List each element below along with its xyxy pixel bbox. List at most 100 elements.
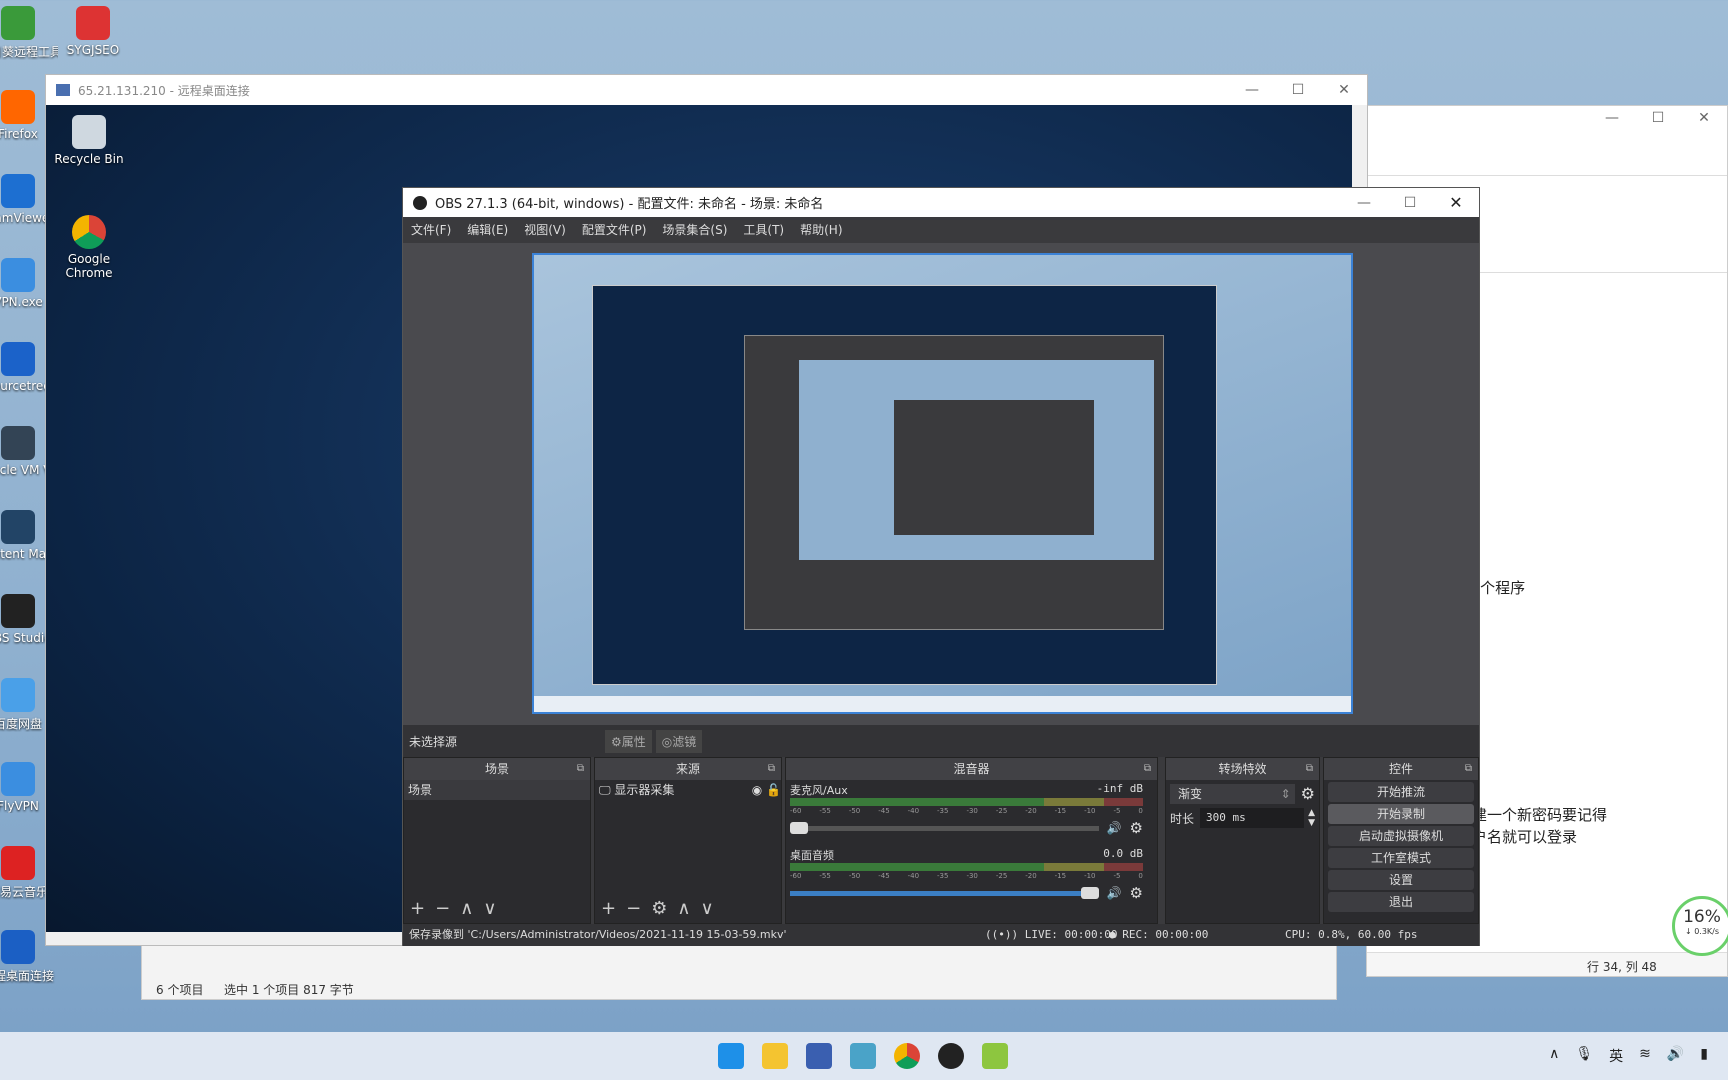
- move-down-button[interactable]: ∨: [701, 898, 714, 919]
- control-button[interactable]: 设置: [1328, 870, 1474, 890]
- remove-source-button[interactable]: −: [626, 898, 641, 919]
- file-explorer-icon[interactable]: [762, 1043, 788, 1069]
- scene-item[interactable]: 场景: [404, 780, 590, 800]
- volume-slider[interactable]: [790, 821, 1099, 834]
- app-icon: [1, 594, 35, 628]
- duration-stepper[interactable]: ▲ ▼: [1308, 808, 1315, 828]
- maximize-button[interactable]: ☐: [1275, 82, 1321, 98]
- notepadpp-icon[interactable]: [982, 1043, 1008, 1069]
- app-icon: [1, 258, 35, 292]
- move-up-button[interactable]: ∧: [460, 898, 473, 919]
- notepad-icon[interactable]: [850, 1043, 876, 1069]
- lock-icon[interactable]: 🔓: [766, 780, 781, 800]
- close-button[interactable]: ✕: [1433, 193, 1479, 212]
- start-icon[interactable]: [718, 1043, 744, 1069]
- app-icon: [76, 6, 110, 40]
- menu-item[interactable]: 编辑(E): [467, 223, 508, 237]
- status-bar: 保存录像到 'C:/Users/Administrator/Videos/202…: [403, 924, 1479, 946]
- chevron-up-icon[interactable]: ∧: [1549, 1046, 1559, 1066]
- meter-tick: -55: [819, 807, 831, 815]
- meter-tick: -25: [995, 872, 1008, 880]
- meter-tick: -40: [907, 872, 920, 880]
- menu-item[interactable]: 视图(V): [524, 223, 566, 237]
- rdp-icon: [56, 84, 70, 96]
- network-widget[interactable]: 16% ↓ 0.3K/s: [1672, 896, 1728, 956]
- preview-canvas[interactable]: [532, 253, 1353, 714]
- app-icon: [1, 426, 35, 460]
- obs-logo-icon: [413, 195, 427, 210]
- menu-item[interactable]: 工具(T): [743, 223, 784, 237]
- app-icon: [1, 846, 35, 880]
- app-icon: [1, 6, 35, 40]
- minimize-button[interactable]: —: [1229, 82, 1275, 98]
- meter-tick: -45: [878, 807, 890, 815]
- obs-icon[interactable]: [938, 1043, 964, 1069]
- taskbar: ∧ 🎙 英 ≋ 🔊 ▮: [0, 1032, 1728, 1080]
- rec-status: ● REC: 00:00:00: [1109, 928, 1209, 941]
- rdp-title: 65.21.131.210 - 远程桌面连接: [78, 83, 250, 98]
- maximize-button[interactable]: ☐: [1387, 195, 1433, 211]
- source-settings-button[interactable]: ⚙: [651, 898, 667, 919]
- meter-tick: -35: [937, 872, 949, 880]
- transition-select[interactable]: 渐变 ⇕: [1170, 784, 1295, 804]
- close-button[interactable]: ✕: [1321, 82, 1367, 98]
- chrome-icon[interactable]: Google Chrome: [49, 215, 129, 280]
- meter-tick: -10: [1084, 807, 1096, 815]
- speaker-icon[interactable]: 🔊: [1107, 821, 1122, 835]
- control-button[interactable]: 开始推流: [1328, 782, 1474, 802]
- duration-input[interactable]: 300 ms: [1200, 808, 1305, 828]
- control-button[interactable]: 启动虚拟摄像机: [1328, 826, 1474, 846]
- obs-window[interactable]: OBS 27.1.3 (64-bit, windows) - 配置文件: 未命名…: [402, 187, 1480, 946]
- recycle-bin-icon[interactable]: Recycle Bin: [49, 115, 129, 166]
- mixer-channel: 麦克风/Aux -inf dB -60 -55 -50 -45 -40 -35 -30 -25 -2…: [790, 782, 1143, 837]
- meter-tick: -10: [1084, 872, 1096, 880]
- eye-icon[interactable]: ◉: [752, 780, 762, 800]
- cpu-status: CPU: 0.8%, 60.00 fps: [1285, 928, 1418, 941]
- meter-tick: -5: [1113, 807, 1121, 815]
- meter-tick: -25: [995, 807, 1008, 815]
- explorer-window[interactable]: 6 个项目 选中 1 个项目 817 字节: [141, 940, 1337, 1000]
- control-button[interactable]: 工作室模式: [1328, 848, 1474, 868]
- gear-icon[interactable]: ⚙: [1130, 884, 1143, 902]
- app-icon: [1, 930, 35, 964]
- menu-item[interactable]: 帮助(H): [800, 223, 842, 237]
- volume-icon[interactable]: 🔊: [1667, 1046, 1684, 1066]
- control-button[interactable]: 退出: [1328, 892, 1474, 912]
- control-button[interactable]: 开始录制: [1328, 804, 1474, 824]
- meter-tick: -55: [819, 872, 831, 880]
- speaker-icon[interactable]: 🔊: [1107, 886, 1122, 900]
- remove-scene-button[interactable]: −: [435, 898, 450, 919]
- battery-icon[interactable]: ▮: [1700, 1046, 1708, 1066]
- source-item[interactable]: 🖵 显示器采集 ◉ 🔓: [595, 780, 781, 800]
- item-count: 6 个项目: [156, 983, 204, 997]
- app-icon: [1, 90, 35, 124]
- move-down-button[interactable]: ∨: [483, 898, 496, 919]
- desktop-icon[interactable]: 向日葵远程工具: [0, 6, 58, 60]
- gear-icon[interactable]: ⚙: [1130, 819, 1143, 837]
- menu-item[interactable]: 场景集合(S): [662, 223, 727, 237]
- desktop-icon[interactable]: SYGJSEO: [53, 6, 133, 57]
- monitor-icon: 🖵: [599, 783, 611, 797]
- meter-tick: -60: [790, 872, 802, 880]
- meter-tick: -30: [966, 872, 978, 880]
- add-scene-button[interactable]: +: [410, 898, 425, 919]
- menu-item[interactable]: 文件(F): [411, 223, 451, 237]
- volume-slider[interactable]: [790, 886, 1099, 899]
- preview-area[interactable]: [403, 243, 1479, 725]
- microphone-icon[interactable]: 🎙: [1575, 1046, 1593, 1066]
- move-up-button[interactable]: ∧: [677, 898, 690, 919]
- cursor-position: 行 34, 列 48: [1587, 960, 1657, 974]
- app-icon: [1, 342, 35, 376]
- filters-button[interactable]: ◎滤镜: [655, 729, 703, 753]
- app-icon: [1, 174, 35, 208]
- properties-button[interactable]: ⚙属性: [605, 729, 652, 753]
- meter-tick: -15: [1054, 807, 1067, 815]
- remote-desktop-icon[interactable]: [806, 1043, 832, 1069]
- menu-item[interactable]: 配置文件(P): [582, 223, 647, 237]
- ime-indicator[interactable]: 英: [1609, 1046, 1623, 1066]
- wifi-icon[interactable]: ≋: [1639, 1046, 1651, 1066]
- chrome-icon[interactable]: [894, 1043, 920, 1069]
- add-source-button[interactable]: +: [601, 898, 616, 919]
- minimize-button[interactable]: —: [1341, 195, 1387, 211]
- gear-icon[interactable]: ⚙: [1301, 784, 1315, 804]
